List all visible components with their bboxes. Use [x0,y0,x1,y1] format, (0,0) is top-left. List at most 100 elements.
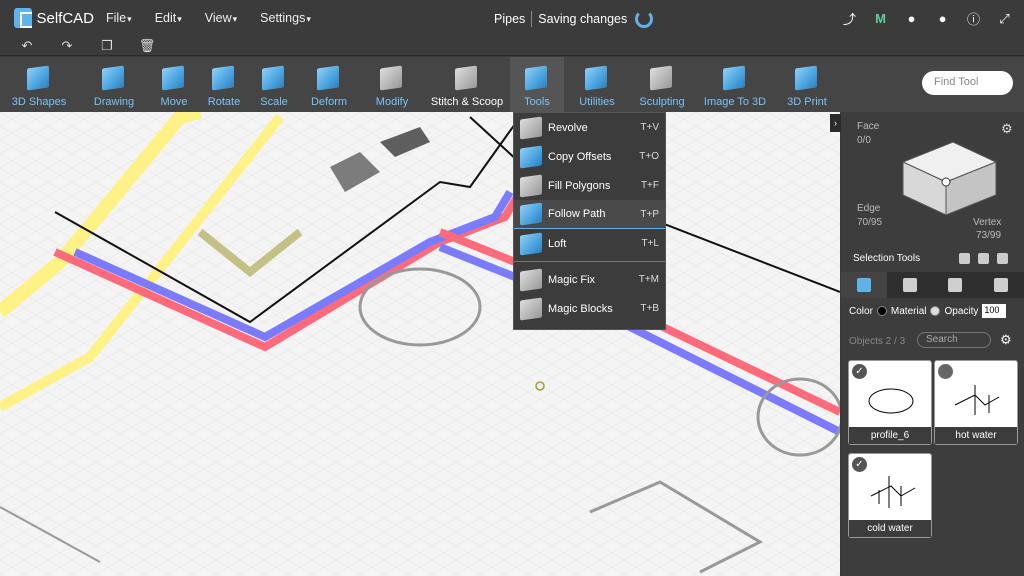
menu-item-copy-offsets[interactable]: Copy Offsets T+O [514,142,665,171]
share-icon[interactable]: ⤴ [842,9,857,28]
menu-item-label: Copy Offsets [548,150,612,163]
tool-tools[interactable]: Tools [510,57,564,112]
edit-bar: ↶ ↷ ❐ 🗑 [0,36,1024,56]
redo-icon[interactable]: ↷ [54,38,80,54]
menu-item-follow-path[interactable]: Follow Path T+P [514,200,665,229]
objects-count: Objects 2 / 3 [849,336,906,347]
tool-3d-print[interactable]: 3D Print [776,57,838,112]
logo[interactable]: SelfCAD [14,8,94,28]
tool-label: 3D Print [787,96,827,108]
material-label: Material [890,305,927,317]
tool-rotate[interactable]: Rotate [198,57,250,112]
material-swatch[interactable] [930,306,941,316]
find-tool-input[interactable]: Find Tool [922,71,1013,95]
image-to-3d-icon [723,65,747,91]
top-right-icons: ⤴ M ● ● ⓘ ⤢ [842,9,1012,28]
sync-icon [635,10,654,28]
undo-icon[interactable]: ↶ [14,38,40,54]
magic-blocks-icon [520,296,542,321]
objects-gear-icon[interactable]: ⚙ [1000,332,1012,348]
color-swatch[interactable] [876,306,887,316]
tool-move[interactable]: Move [150,57,198,112]
delete-icon[interactable]: 🗑 [134,38,160,54]
bell-icon[interactable]: ● [904,11,919,26]
menu-divider [514,261,665,262]
revolve-icon [520,115,542,140]
main-toolbar: 3D Shapes Drawing Move Rotate Scale Defo… [0,57,1024,112]
object-card-hot-water[interactable]: hot water [934,360,1018,445]
tab-object[interactable] [841,272,887,298]
modify-icon [380,65,404,91]
edge-label: Edge [857,203,881,214]
user-icon[interactable]: ● [935,11,950,26]
tool-3d-shapes[interactable]: 3D Shapes [0,57,78,112]
tab-wireframe[interactable] [887,272,933,298]
tool-utilities[interactable]: Utilities [564,57,630,112]
object-name: hot water [935,427,1017,444]
rotate-icon [212,65,236,91]
tab-vertex[interactable] [978,272,1024,298]
menu-item-magic-fix[interactable]: Magic Fix T+M [514,265,665,294]
menu-settings[interactable]: Settings [260,11,311,25]
menu-item-label: Follow Path [548,208,606,220]
menu-item-magic-blocks[interactable]: Magic Blocks T+B [514,294,665,323]
objects-search-input[interactable]: Search [917,332,991,348]
tool-stitch-scoop[interactable]: Stitch & Scoop [424,57,510,112]
menu-item-fill-polygons[interactable]: Fill Polygons T+F [514,171,665,200]
select-solid-icon[interactable] [997,253,1008,264]
object-thumbnail [868,388,914,414]
m-icon[interactable]: M [873,11,888,26]
object-card-cold-water[interactable]: ✓ cold water [848,453,932,538]
3d-viewport[interactable] [0,112,840,576]
tools-dropdown-menu: Revolve T+V Copy Offsets T+O Fill Polygons… [513,112,666,330]
object-mode-tabs [841,272,1024,298]
tool-drawing[interactable]: Drawing [78,57,150,112]
tool-label: Utilities [579,96,615,108]
tool-modify[interactable]: Modify [360,57,424,112]
shortcut-label: T+L [641,238,659,249]
opacity-input[interactable]: 100 [982,304,1007,318]
select-box-icon[interactable] [959,253,970,264]
fill-polygons-icon [520,173,542,198]
save-status: Saving changes [538,12,628,26]
shortcut-label: T+B [640,303,659,314]
right-panel: Face 0/0 ⚙ Edge 70/95 Vertex 73/99 Selec… [841,112,1024,576]
menu-item-label: Magic Fix [548,273,596,286]
view-cube[interactable] [901,137,1001,217]
tool-sculpting[interactable]: Sculpting [630,57,694,112]
menu-item-label: Fill Polygons [548,179,611,192]
menu-item-label: Revolve [548,121,588,134]
menu-item-loft[interactable]: Loft T+L [514,229,665,258]
select-object-icon[interactable] [978,253,989,264]
shortcut-label: T+F [640,180,659,191]
collapse-panel-button[interactable]: › [830,114,841,132]
sculpting-icon [650,65,674,91]
vertex-value: 73/99 [976,230,1002,241]
tool-label: Stitch & Scoop [430,96,504,108]
tool-label: Rotate [207,96,241,108]
fullscreen-icon[interactable]: ⤢ [997,11,1012,27]
menu-edit[interactable]: Edit [155,11,182,25]
tool-label: Image To 3D [703,96,767,108]
menu-item-revolve[interactable]: Revolve T+V [514,113,665,142]
tool-scale[interactable]: Scale [250,57,298,112]
gear-icon[interactable]: ⚙ [1001,121,1013,137]
stitch-scoop-icon [455,65,479,91]
shortcut-label: T+O [639,151,659,162]
project-name[interactable]: Pipes [494,12,525,26]
project-title-area: Pipes Saving changes [494,10,654,28]
copy-icon[interactable]: ❐ [94,38,120,54]
tab-face[interactable] [933,272,979,298]
menu-view[interactable]: View [205,11,237,25]
object-card-profile-6[interactable]: ✓ profile_6 [848,360,932,445]
color-label: Color [849,305,873,317]
view-cube-area: Face 0/0 ⚙ Edge 70/95 Vertex 73/99 [841,112,1024,272]
menu-file[interactable]: File [106,11,132,25]
tool-deform[interactable]: Deform [298,57,360,112]
drawing-icon [102,65,126,91]
tool-image-to-3d[interactable]: Image To 3D [694,57,776,112]
face-value: 0/0 [857,135,871,146]
info-icon[interactable]: ⓘ [966,9,981,28]
shortcut-label: T+M [638,274,659,285]
menu-item-label: Magic Blocks [548,302,613,315]
